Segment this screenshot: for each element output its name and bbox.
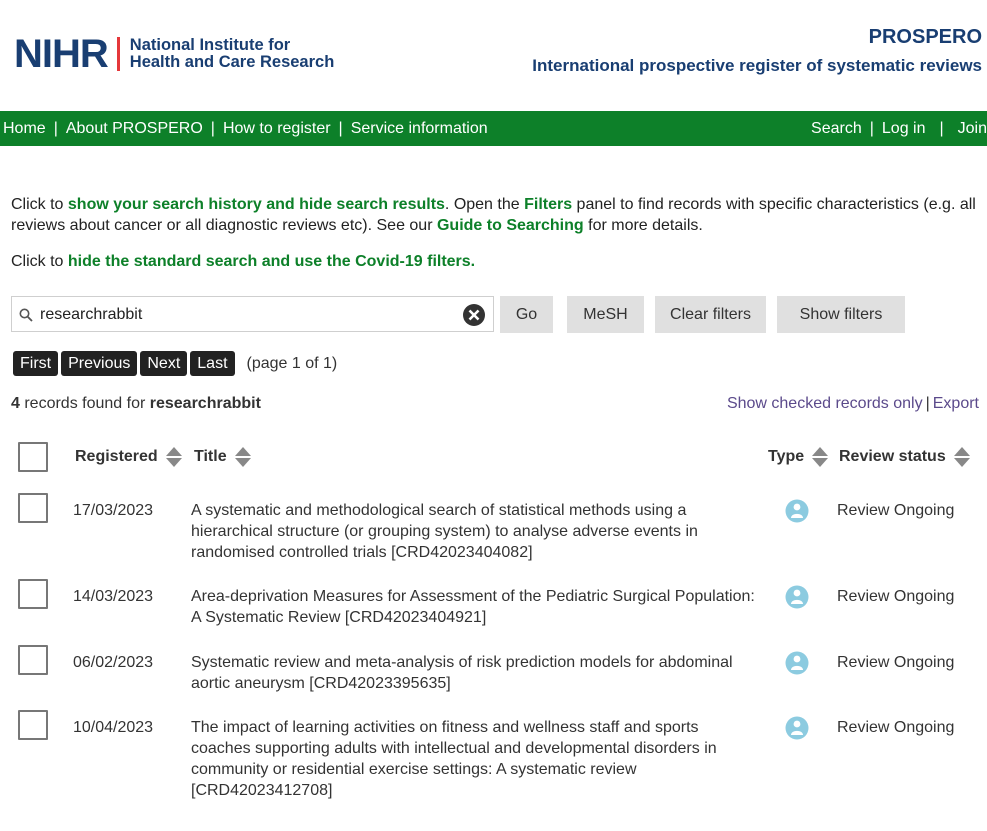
search-icon: [19, 308, 33, 322]
logo-line-2: Health and Care Research: [129, 53, 335, 71]
record-title-link[interactable]: A systematic and methodological search o…: [191, 500, 751, 563]
filters-link[interactable]: Filters: [524, 196, 572, 213]
show-search-history-link[interactable]: show your search history and hide search…: [68, 196, 445, 213]
show-checked-records-link[interactable]: Show checked records only: [727, 395, 923, 412]
mesh-button[interactable]: MeSH: [567, 296, 644, 333]
record-registered-date: 17/03/2023: [73, 502, 154, 519]
first-page-button[interactable]: First: [13, 351, 59, 376]
person-icon: [785, 716, 809, 740]
main-nav: Home | About PROSPERO | How to register …: [0, 111, 987, 146]
search-input[interactable]: [40, 304, 460, 326]
clear-filters-button[interactable]: Clear filters: [655, 296, 766, 333]
help-text: Click to: [11, 196, 68, 213]
nav-separator: |: [939, 119, 944, 137]
record-registered-date: 10/04/2023: [73, 719, 154, 736]
nav-separator: |: [338, 119, 343, 137]
nav-service-information[interactable]: Service information: [351, 120, 488, 138]
select-all-checkbox[interactable]: [18, 442, 48, 472]
results-text: records found for: [19, 395, 150, 412]
search-help-text: Click to show your search history and hi…: [11, 194, 981, 236]
help-text: . Open the: [444, 196, 525, 213]
person-icon: [785, 499, 809, 523]
site-title-main: PROSPERO: [868, 26, 982, 48]
nav-about-prospero[interactable]: About PROSPERO: [66, 120, 203, 138]
results-tools: Show checked records only | Export: [727, 395, 979, 413]
record-review-status: Review Ongoing: [837, 502, 955, 519]
record-registered-date: 06/02/2023: [73, 654, 154, 671]
sort-icon[interactable]: [165, 446, 182, 468]
record-registered-date: 14/03/2023: [73, 588, 154, 605]
results-count: 4 records found for researchrabbit: [11, 395, 261, 413]
logo-divider: [116, 37, 120, 71]
record-review-status: Review Ongoing: [837, 719, 955, 736]
nav-separator: |: [210, 119, 215, 137]
nav-search[interactable]: Search: [811, 120, 862, 138]
logo-line-1: National Institute for: [129, 36, 291, 54]
record-checkbox[interactable]: [18, 710, 48, 740]
last-page-button[interactable]: Last: [190, 351, 235, 376]
pagination: First Previous Next Last (page 1 of 1): [13, 351, 337, 376]
covid-filters-text: Click to hide the standard search and us…: [11, 251, 475, 272]
previous-page-button[interactable]: Previous: [61, 351, 138, 376]
column-review-status[interactable]: Review status: [839, 446, 970, 468]
result-number: 4: [11, 395, 20, 412]
clear-icon[interactable]: [463, 304, 485, 326]
nav-log-in[interactable]: Log in: [882, 120, 926, 138]
nav-join[interactable]: Join: [958, 120, 987, 138]
site-title: PROSPERO International prospective regis…: [532, 25, 982, 79]
record-review-status: Review Ongoing: [837, 588, 955, 605]
column-label: Title: [194, 448, 227, 465]
covid-filters-link[interactable]: hide the standard search and use the Cov…: [68, 253, 475, 270]
column-title[interactable]: Title: [194, 446, 251, 468]
nihr-logo[interactable]: NIHR National Institute for Health and C…: [14, 34, 334, 74]
help-text: Click to: [11, 253, 68, 270]
person-icon: [785, 651, 809, 675]
search-term: researchrabbit: [149, 395, 261, 412]
record-checkbox[interactable]: [18, 493, 48, 523]
guide-to-searching-link[interactable]: Guide to Searching: [437, 217, 584, 234]
record-checkbox[interactable]: [18, 645, 48, 675]
nav-home[interactable]: Home: [3, 120, 46, 138]
sort-icon[interactable]: [234, 446, 251, 468]
site-subtitle: International prospective register of sy…: [532, 56, 982, 75]
logo-text: National Institute for Health and Care R…: [130, 37, 335, 71]
column-label: Type: [768, 448, 805, 465]
search-box: [11, 296, 494, 332]
show-filters-button[interactable]: Show filters: [777, 296, 905, 333]
column-label: Review status: [839, 448, 946, 465]
nav-separator: |: [53, 119, 58, 137]
nav-how-to-register[interactable]: How to register: [223, 120, 331, 138]
help-text: for more details.: [583, 217, 703, 234]
page-info: (page 1 of 1): [246, 354, 338, 372]
export-link[interactable]: Export: [933, 395, 979, 412]
nav-left: Home | About PROSPERO | How to register …: [3, 111, 488, 146]
person-icon: [785, 585, 809, 609]
tools-separator: |: [925, 395, 930, 412]
sort-icon[interactable]: [953, 446, 970, 468]
site-header: NIHR National Institute for Health and C…: [0, 0, 987, 111]
column-registered[interactable]: Registered: [75, 446, 182, 468]
record-title-link[interactable]: Area-deprivation Measures for Assessment…: [191, 586, 761, 628]
record-checkbox[interactable]: [18, 579, 48, 609]
logo-mark: NIHR: [14, 32, 109, 76]
column-type[interactable]: Type: [768, 446, 829, 468]
nav-right: Search | Log in | Join: [811, 111, 987, 146]
sort-icon[interactable]: [812, 446, 829, 468]
record-title-link[interactable]: The impact of learning activities on fit…: [191, 717, 736, 801]
next-page-button[interactable]: Next: [140, 351, 188, 376]
record-review-status: Review Ongoing: [837, 654, 955, 671]
go-button[interactable]: Go: [500, 296, 553, 333]
record-title-link[interactable]: Systematic review and meta-analysis of r…: [191, 652, 751, 694]
nav-separator: |: [869, 119, 874, 137]
column-label: Registered: [75, 448, 158, 465]
